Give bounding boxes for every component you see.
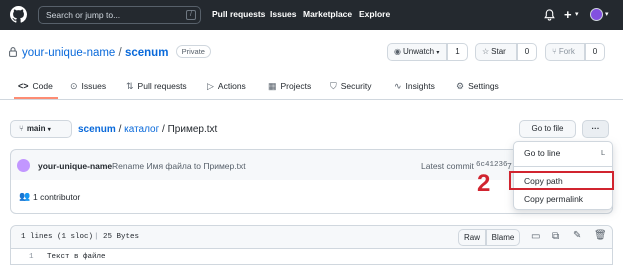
desktop-icon[interactable]: ▭ bbox=[531, 231, 540, 242]
avatar-caret-icon: ▾ bbox=[605, 11, 609, 18]
blame-button[interactable]: Blame bbox=[486, 229, 520, 246]
people-icon: 👥 bbox=[19, 191, 31, 201]
line-number[interactable]: 1 bbox=[29, 253, 34, 261]
commit-author[interactable]: your-unique-name bbox=[38, 161, 112, 171]
go-to-line-shortcut: L bbox=[601, 148, 606, 157]
tab-settings-label: Settings bbox=[468, 81, 499, 91]
play-icon: ▷ bbox=[207, 81, 214, 91]
raw-button[interactable]: Raw bbox=[458, 229, 486, 246]
menu-copy-permalink[interactable]: Copy permalink bbox=[524, 194, 583, 204]
tab-projects[interactable]: ▦ Projects bbox=[268, 81, 311, 92]
bell-icon[interactable] bbox=[544, 9, 555, 21]
search-input[interactable]: Search or jump to... / bbox=[38, 6, 201, 24]
more-options-button[interactable]: ··· bbox=[582, 120, 609, 138]
star-icon: ☆ bbox=[482, 47, 490, 56]
tab-settings[interactable]: ⚙ Settings bbox=[456, 81, 499, 92]
breadcrumb-folder[interactable]: каталог bbox=[124, 124, 159, 135]
fork-button[interactable]: ⑂ Fork bbox=[545, 43, 585, 61]
unwatch-label: Unwatch bbox=[402, 47, 435, 56]
go-to-file-button[interactable]: Go to file bbox=[519, 120, 576, 138]
fork-count[interactable]: 0 bbox=[585, 43, 605, 61]
breadcrumb: scenum / каталог / Пример.txt bbox=[78, 124, 217, 135]
tab-actions-label: Actions bbox=[217, 81, 246, 91]
tab-code[interactable]: <> Code bbox=[18, 81, 53, 91]
pencil-icon[interactable]: ✎ bbox=[573, 230, 581, 241]
search-shortcut-badge: / bbox=[186, 10, 196, 20]
commit-message[interactable]: Rename Имя файла to Пример.txt bbox=[112, 161, 246, 171]
copy-path-highlight bbox=[509, 171, 614, 190]
lock-icon bbox=[9, 47, 17, 57]
graph-icon: ∿ bbox=[394, 81, 402, 91]
tab-security-label: Security bbox=[340, 81, 372, 91]
tab-pull-requests-label: Pull requests bbox=[137, 81, 187, 91]
commit-truncated: 7 bbox=[507, 161, 512, 171]
fork-icon: ⑂ bbox=[552, 47, 557, 56]
nav-pull-requests[interactable]: Pull requests bbox=[212, 9, 265, 19]
branch-icon: ⑂ bbox=[19, 124, 24, 133]
branch-name: main bbox=[26, 124, 46, 133]
create-new-icon[interactable]: + bbox=[564, 7, 572, 22]
search-placeholder: Search or jump to... bbox=[46, 10, 121, 20]
branch-select-button[interactable]: ⑂ main ▾ bbox=[10, 120, 72, 138]
star-label: Star bbox=[491, 47, 506, 56]
breadcrumb-separator: / bbox=[162, 124, 165, 135]
nav-marketplace[interactable]: Marketplace bbox=[303, 9, 352, 19]
issue-icon: ⊙ bbox=[70, 81, 78, 91]
trash-icon[interactable]: 🗑 bbox=[594, 230, 607, 241]
commit-author-avatar[interactable] bbox=[17, 159, 30, 172]
repo-owner-link[interactable]: your-unique-name bbox=[22, 47, 115, 59]
tab-issues[interactable]: ⊙ Issues bbox=[70, 81, 106, 92]
gear-icon: ⚙ bbox=[456, 81, 465, 91]
tab-actions[interactable]: ▷ Actions bbox=[207, 81, 246, 92]
file-content-box: 1 lines (1 sloc) | 25 Bytes Raw Blame ▭ … bbox=[10, 225, 613, 265]
shield-icon: ⛉ bbox=[330, 81, 337, 91]
tab-insights[interactable]: ∿ Insights bbox=[394, 81, 435, 92]
step-number-annotation: 2 bbox=[477, 170, 491, 197]
tab-pull-requests[interactable]: ⇅ Pull requests bbox=[126, 81, 187, 92]
active-tab-indicator bbox=[14, 97, 58, 99]
global-header: Search or jump to... / Pull requests Iss… bbox=[0, 0, 623, 30]
tab-insights-label: Insights bbox=[405, 81, 435, 91]
fork-label: Fork bbox=[558, 47, 575, 56]
code-icon: <> bbox=[18, 81, 29, 91]
create-caret-icon: ▾ bbox=[575, 11, 579, 18]
tab-code-label: Code bbox=[32, 81, 53, 91]
breadcrumb-repo[interactable]: scenum bbox=[78, 124, 116, 135]
file-size: 25 Bytes bbox=[103, 233, 140, 241]
commit-sha[interactable]: 6c41236 bbox=[476, 161, 508, 169]
menu-divider bbox=[514, 166, 612, 167]
file-line-stats: 1 lines (1 sloc) bbox=[21, 233, 94, 241]
tab-issues-label: Issues bbox=[81, 81, 107, 91]
repo-name-link[interactable]: scenum bbox=[125, 47, 168, 59]
code-line: Текст в файле bbox=[47, 253, 106, 261]
stats-separator: | bbox=[94, 233, 99, 241]
star-button[interactable]: ☆ Star bbox=[475, 43, 517, 61]
menu-go-to-line[interactable]: Go to line bbox=[524, 148, 560, 158]
avatar[interactable] bbox=[590, 8, 603, 21]
eye-icon: ◉ bbox=[394, 47, 401, 56]
nav-issues[interactable]: Issues bbox=[270, 9, 296, 19]
file-header: 1 lines (1 sloc) | 25 Bytes Raw Blame ▭ … bbox=[11, 226, 612, 249]
chevron-down-icon: ▾ bbox=[436, 50, 440, 56]
latest-commit-label: Latest commit bbox=[421, 161, 474, 171]
nav-explore[interactable]: Explore bbox=[359, 9, 390, 19]
table-icon: ▦ bbox=[268, 81, 277, 91]
copy-icon[interactable]: ⧉ bbox=[552, 231, 559, 242]
repo-tabs: <> Code ⊙ Issues ⇅ Pull requests ▷ Actions ▦… bbox=[0, 73, 623, 100]
tab-security[interactable]: ⛉ Security bbox=[330, 81, 371, 92]
star-count[interactable]: 0 bbox=[517, 43, 537, 61]
unwatch-button[interactable]: ◉ Unwatch ▾ bbox=[387, 43, 447, 61]
pull-request-icon: ⇅ bbox=[126, 81, 134, 91]
chevron-down-icon: ▾ bbox=[47, 127, 51, 133]
breadcrumb-file: Пример.txt bbox=[167, 124, 218, 135]
watch-count[interactable]: 1 bbox=[447, 43, 468, 61]
visibility-badge: Private bbox=[175, 45, 211, 58]
breadcrumb-separator: / bbox=[118, 124, 122, 135]
repo-title: your-unique-name / scenum Private bbox=[22, 45, 211, 59]
github-logo-icon[interactable] bbox=[10, 6, 27, 23]
repo-separator: / bbox=[118, 47, 122, 59]
contributors-count[interactable]: 1 contributor bbox=[33, 192, 80, 202]
tab-projects-label: Projects bbox=[280, 81, 312, 91]
